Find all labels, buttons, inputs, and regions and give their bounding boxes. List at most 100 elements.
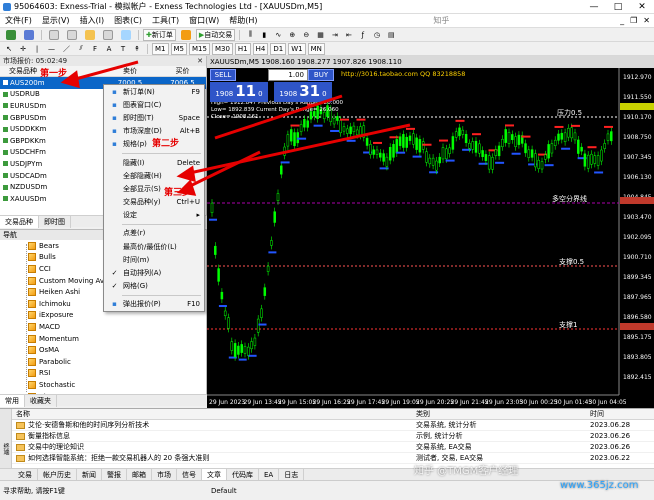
tab-common[interactable]: 常用 [0, 395, 25, 407]
tab-tick-chart[interactable]: 即时图 [39, 216, 71, 228]
candle-body [534, 153, 537, 168]
zoom-in-button[interactable]: ⊕ [286, 29, 298, 41]
indicator-item[interactable]: OsMA [0, 344, 206, 356]
timeframe-m5[interactable]: M5 [170, 42, 187, 55]
horizontal-line-button[interactable]: — [45, 43, 58, 55]
lot-size-input[interactable]: 1.00 [268, 69, 308, 81]
crosshair-button[interactable]: ✛ [17, 43, 29, 55]
indicator-item[interactable]: Parabolic [0, 356, 206, 368]
article-row[interactable]: 衡量指标信息 示例, 统计分析 2023.06.26 [0, 431, 654, 442]
timeframe-d1[interactable]: D1 [270, 42, 287, 55]
context-menu-item[interactable]: 时间(m) [104, 253, 204, 266]
indicators-button[interactable]: ƒ [357, 29, 369, 41]
arrows-button[interactable]: ↟ [131, 43, 143, 55]
article-row[interactable]: 如何选择智能系统：拒绝一款交易机器人的 20 条强大准则 测试者, 交易, EA交… [0, 453, 654, 464]
mdi-close-icon[interactable]: ✕ [643, 16, 650, 25]
context-menu-item[interactable]: ▪ 弹出报价(P) F10 [104, 298, 204, 311]
context-menu-item[interactable]: 点差(r) [104, 227, 204, 240]
menu-insert[interactable]: 插入(I) [75, 15, 110, 26]
tab-symbols[interactable]: 交易品种 [0, 216, 39, 228]
sell-price[interactable]: 1908 11 0 [210, 82, 268, 102]
col-bid[interactable]: 卖价 [100, 66, 160, 76]
article-row[interactable]: 交易中的理论知识 交易系统, EA交易 2023.06.26 [0, 442, 654, 453]
templates-button[interactable]: ▤ [385, 29, 398, 41]
context-menu-item[interactable]: ▪ 新订单(N) F9 [104, 85, 204, 98]
mdi-restore-icon[interactable]: ❐ [630, 16, 637, 25]
context-menu-item[interactable]: 隐藏(I) Delete [104, 156, 204, 169]
context-menu-item[interactable]: ✓ 自动排列(A) [104, 266, 204, 279]
context-menu-item[interactable]: ▪ 即时图(T) Space [104, 111, 204, 124]
timeframe-m15[interactable]: M15 [189, 42, 210, 55]
chart-shift-button[interactable]: ⇤ [343, 29, 355, 41]
article-row[interactable]: 艾伦·安德鲁斯和他的时间序列分析技术 交易系统, 统计分析 2023.06.28 [0, 420, 654, 431]
menu-help[interactable]: 帮助(H) [224, 15, 262, 26]
context-menu-item[interactable]: 设定 ▸ [104, 209, 204, 222]
text-button[interactable]: A [103, 43, 115, 55]
periods-button[interactable]: ◷ [371, 29, 383, 41]
col-category[interactable]: 类别 [410, 409, 590, 419]
price-chart[interactable]: 1912.970 1911.550 1910.170 1908.750 1907.345… [207, 68, 654, 408]
terminal-button[interactable] [100, 29, 116, 41]
context-menu-item[interactable]: 最高价/最低价(L) [104, 240, 204, 253]
context-menu-item[interactable]: ✓ 网格(G) [104, 280, 204, 293]
context-menu-item[interactable]: ▪ 图表窗口(C) [104, 98, 204, 111]
fibo-button[interactable]: F [89, 43, 101, 55]
line-chart-button[interactable]: ∿ [272, 29, 284, 41]
bar-chart-button[interactable]: ⫼ [244, 29, 256, 41]
new-chart-button[interactable] [3, 29, 19, 41]
data-window-button[interactable] [64, 29, 80, 41]
zoom-out-button[interactable]: ⊖ [300, 29, 312, 41]
market-watch-button[interactable] [46, 29, 62, 41]
col-ask[interactable]: 买价 [160, 66, 205, 76]
symbol-status-icon [3, 115, 8, 121]
navigator-button[interactable] [82, 29, 98, 41]
menu-charts[interactable]: 图表(C) [109, 15, 147, 26]
promo-text: http://3016.taobao.com QQ 83218858 [341, 70, 465, 78]
candle-chart-button[interactable]: ▮ [258, 29, 270, 41]
timeframe-h4[interactable]: H4 [252, 42, 269, 55]
vertical-line-button[interactable]: | [31, 43, 43, 55]
metaeditor-button[interactable] [178, 29, 194, 41]
tile-windows-button[interactable]: ▦ [314, 29, 327, 41]
indicator-item[interactable]: RSI [0, 368, 206, 380]
buy-price[interactable]: 1908 31 0 [274, 82, 332, 102]
indicator-item[interactable]: Stochastic [0, 379, 206, 391]
close-icon[interactable]: ✕ [197, 57, 206, 65]
timeframe-m30[interactable]: M30 [211, 42, 233, 55]
candle-body [223, 310, 227, 317]
menu-tools[interactable]: 工具(T) [147, 15, 184, 26]
close-button[interactable]: ✕ [630, 0, 654, 14]
autoscroll-button[interactable]: ⇥ [329, 29, 341, 41]
candle-body [263, 287, 267, 296]
profiles-button[interactable] [21, 29, 37, 41]
timeframe-mn[interactable]: MN [307, 42, 325, 55]
timeframe-m1[interactable]: M1 [152, 42, 169, 55]
channel-button[interactable]: ⫽ [75, 43, 87, 55]
tab-favorites[interactable]: 收藏夹 [25, 395, 57, 407]
indicator-item[interactable]: MACD [0, 321, 206, 333]
minimize-button[interactable]: — [582, 0, 606, 14]
indicator-item[interactable]: Momentum [0, 333, 206, 345]
tester-button[interactable] [118, 29, 134, 41]
label-button[interactable]: T [117, 43, 129, 55]
new-order-button[interactable]: ✚ 新订单 [143, 28, 176, 41]
menu-file[interactable]: 文件(F) [0, 15, 37, 26]
mdi-minimize-icon[interactable]: _ [620, 16, 624, 25]
menu-view[interactable]: 显示(V) [37, 15, 75, 26]
article-date: 2023.06.26 [590, 432, 631, 440]
chart-canvas[interactable]: 1912.970 1911.550 1910.170 1908.750 1907.345… [207, 68, 654, 408]
auto-trading-button[interactable]: ▶ 自动交易 [195, 28, 236, 41]
sell-button[interactable]: SELL [210, 69, 236, 81]
timeframe-w1[interactable]: W1 [288, 42, 306, 55]
trendline-button[interactable]: ／ [60, 43, 73, 55]
timeframe-h1[interactable]: H1 [234, 42, 251, 55]
context-menu-item[interactable]: 全部隐藏(H) [104, 169, 204, 182]
article-category: 示例, 统计分析 [416, 432, 463, 440]
menu-window[interactable]: 窗口(W) [184, 15, 224, 26]
col-name[interactable]: 名称 [0, 409, 410, 419]
maximize-button[interactable]: □ [606, 0, 630, 14]
cursor-button[interactable]: ↖ [3, 43, 15, 55]
col-date[interactable]: 时间 [590, 409, 654, 419]
buy-button[interactable]: BUY [308, 69, 334, 81]
watermark-site: www.365jz.com [560, 480, 639, 491]
